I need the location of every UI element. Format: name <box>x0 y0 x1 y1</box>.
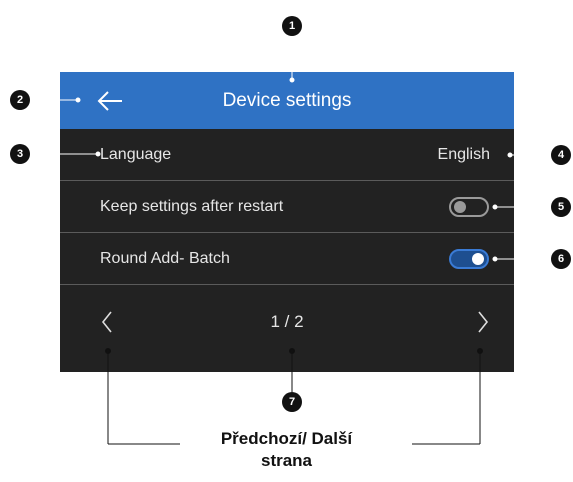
callout-badge-5: 5 <box>551 197 571 217</box>
callout-badge-7: 7 <box>282 392 302 412</box>
callout-badge-6: 6 <box>551 249 571 269</box>
callout-badge-4: 4 <box>551 145 571 165</box>
callout-badge-1: 1 <box>282 16 302 36</box>
callout-badge-2: 2 <box>10 90 30 110</box>
pager-caption: Předchozí/ Další strana <box>0 428 573 472</box>
callout-badge-3: 3 <box>10 144 30 164</box>
caption-line-1: Předchozí/ Další <box>220 429 353 448</box>
caption-line-2: strana <box>260 451 313 470</box>
